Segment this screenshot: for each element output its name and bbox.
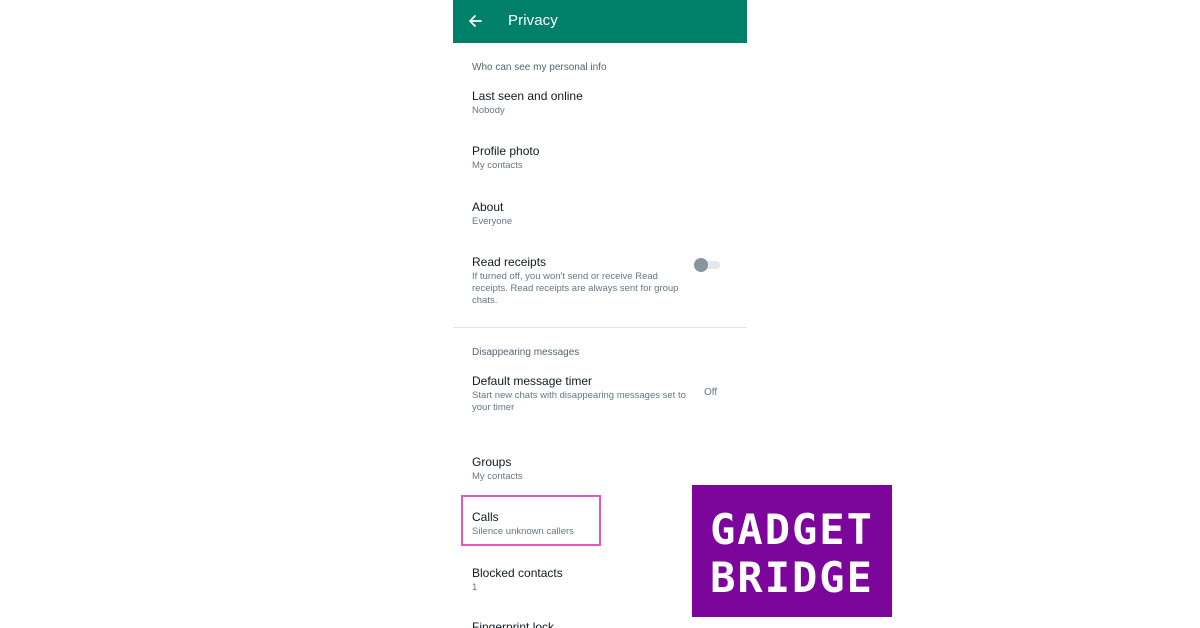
section-divider [453,327,747,328]
timer-value: Off [704,387,718,398]
arrow-left-icon [469,15,482,27]
setting-title: Groups [472,455,512,469]
setting-default-message-timer[interactable]: Default message timer Start new chats wi… [453,374,747,422]
setting-title: Calls [472,510,499,524]
setting-title: About [472,200,504,214]
page-title: Privacy [508,12,558,29]
setting-title: Fingerprint lock [472,620,555,628]
setting-value: My contacts [472,471,523,482]
section-header-disappearing: Disappearing messages [472,347,580,358]
setting-title: Profile photo [472,144,540,158]
app-bar: Privacy [453,0,747,43]
setting-value: Nobody [472,105,505,116]
back-button[interactable] [464,10,486,32]
setting-profile-photo[interactable]: Profile photo My contacts [453,144,747,184]
setting-value: My contacts [472,160,523,171]
setting-title: Blocked contacts [472,566,563,580]
setting-value: Everyone [472,216,513,227]
section-header-personal-info: Who can see my personal info [472,62,607,73]
setting-description: Start new chats with disappearing messag… [472,390,686,413]
setting-title: Last seen and online [472,89,583,103]
setting-title: Default message timer [472,374,593,388]
setting-last-seen-online[interactable]: Last seen and online Nobody [453,89,747,129]
setting-about[interactable]: About Everyone [453,200,747,240]
toggle-thumb [694,258,708,272]
read-receipts-toggle[interactable] [694,258,722,272]
logo-line-2: BRIDGE [710,553,874,602]
setting-value: 1 [472,582,478,593]
setting-fingerprint-lock[interactable]: Fingerprint lock [453,620,747,628]
logo-line-1: GADGET [710,505,874,554]
setting-title: Read receipts [472,255,547,269]
setting-description: If turned off, you won't send or receive… [472,271,679,306]
gadget-bridge-logo: GADGET BRIDGE [692,485,892,617]
setting-value: Silence unknown callers [472,526,574,537]
